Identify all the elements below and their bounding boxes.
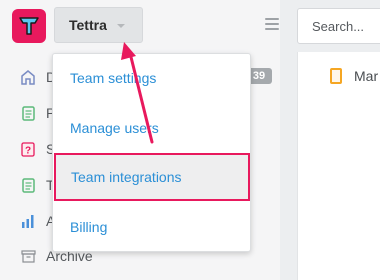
sidebar-item-questions[interactable]: ? S — [20, 139, 55, 159]
sidebar-item-pages[interactable]: P — [20, 103, 55, 123]
tettra-logo[interactable] — [12, 9, 46, 43]
menu-item-team-integrations[interactable]: Team integrations — [54, 153, 250, 201]
menu-item-billing[interactable]: Billing — [53, 203, 250, 251]
menu-item-team-settings[interactable]: Team settings — [53, 54, 250, 102]
team-name: Tettra — [69, 17, 107, 33]
team-selector-button[interactable]: Tettra — [54, 7, 143, 43]
sidebar-item-analytics[interactable]: A — [20, 211, 55, 231]
document-title: Mar — [354, 68, 379, 84]
tettra-logo-icon — [19, 17, 39, 35]
svg-text:?: ? — [25, 145, 31, 156]
team-dropdown-menu: Team settings Manage users Team integrat… — [52, 53, 251, 252]
sidebar-item-dashboard[interactable]: D — [20, 67, 56, 87]
document-icon — [20, 177, 36, 193]
archive-icon — [20, 248, 36, 264]
content-panel — [297, 52, 380, 280]
chevron-down-icon — [116, 24, 125, 28]
page-icon — [330, 68, 342, 84]
question-icon: ? — [20, 141, 36, 157]
sidebar-item-templates[interactable]: T — [20, 175, 55, 195]
menu-item-manage-users[interactable]: Manage users — [53, 104, 250, 152]
document-title-row[interactable]: Mar — [330, 68, 378, 84]
menu-toggle-icon[interactable] — [265, 18, 279, 30]
home-icon — [20, 69, 36, 85]
document-icon — [20, 105, 36, 121]
search-input[interactable] — [297, 8, 380, 44]
bar-chart-icon — [20, 213, 36, 229]
